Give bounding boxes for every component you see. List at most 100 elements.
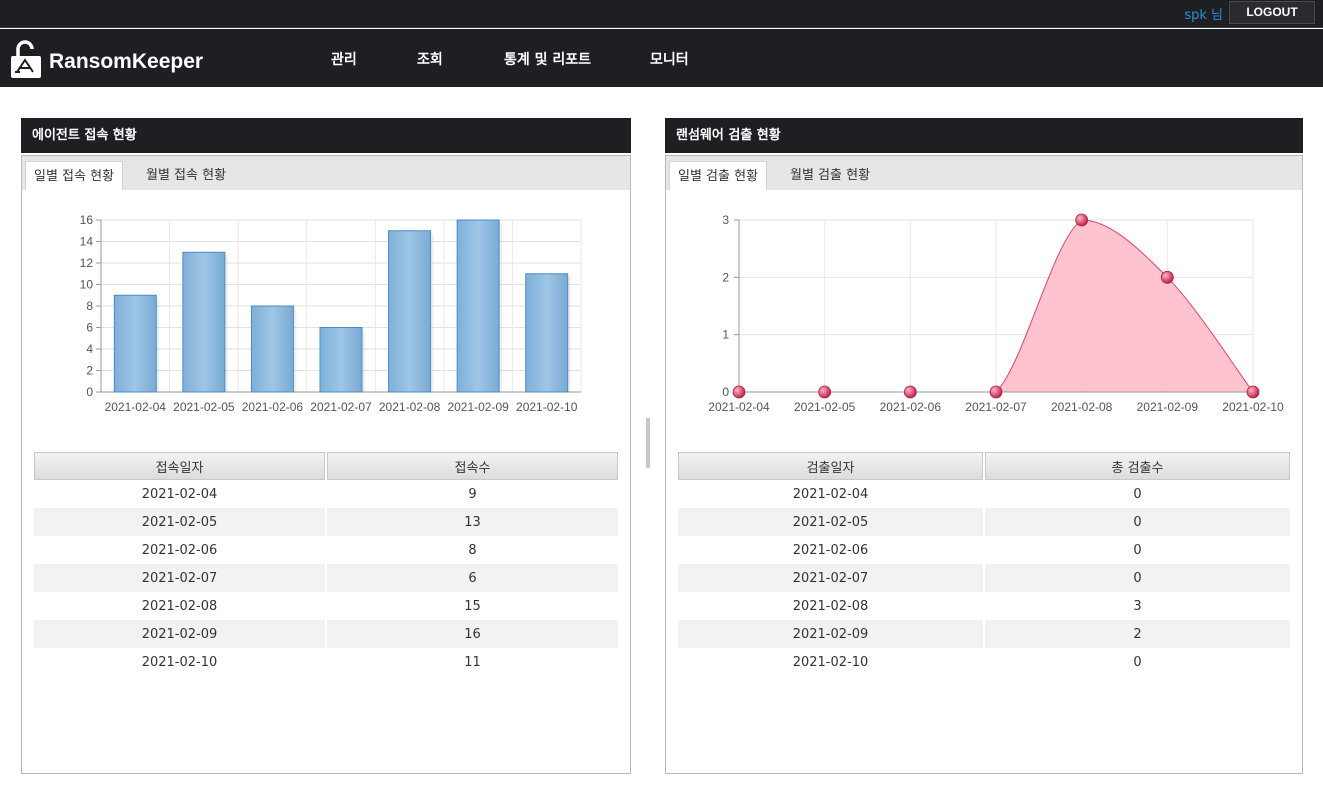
x-tick-label: 2021-02-04 <box>708 400 770 414</box>
table-row[interactable]: 2021-02-04 0 <box>678 480 1290 508</box>
ransomware-detection-panel: 랜섬웨어 검출 현황 일별 검출 현황 월별 검출 현황 0 1 2 3 2021-02… <box>665 118 1303 774</box>
nav-item-search[interactable]: 조회 <box>417 49 443 69</box>
data-point <box>1075 213 1089 227</box>
cell-date: 2021-02-10 <box>141 654 218 670</box>
y-tick-label: 16 <box>80 213 94 227</box>
bar <box>250 305 294 393</box>
panel-body: 일별 검출 현황 월별 검출 현황 0 1 2 3 2021-02-04 2021-02-… <box>665 155 1303 774</box>
x-tick-label: 2021-02-08 <box>1051 400 1113 414</box>
cell-count: 0 <box>985 508 1290 536</box>
cell-count: 15 <box>464 598 481 614</box>
cell-count: 0 <box>1133 654 1142 670</box>
table-row[interactable]: 2021-02-05 13 <box>34 508 618 536</box>
top-bar: spk 님 LOGOUT <box>0 0 1323 28</box>
bar <box>388 230 432 393</box>
cell-count: 0 <box>1133 542 1142 558</box>
data-point <box>989 385 1003 399</box>
nav-item-stats-reports[interactable]: 통계 및 리포트 <box>504 49 591 69</box>
cell-date: 2021-02-10 <box>792 654 869 670</box>
data-point <box>818 385 832 399</box>
panel-body: 일별 접속 현황 월별 접속 현황 0 2 4 6 8 10 12 14 16 2021-02-0… <box>21 155 631 774</box>
column-header-date[interactable]: 접속일자 <box>34 452 325 480</box>
cell-count: 0 <box>985 564 1290 592</box>
y-tick-label: 3 <box>722 213 729 227</box>
cell-date: 2021-02-05 <box>678 508 983 536</box>
user-name: spk 님 <box>1184 8 1223 23</box>
table-row[interactable]: 2021-02-06 8 <box>34 536 618 564</box>
cell-count: 3 <box>1133 598 1142 614</box>
column-header-date[interactable]: 검출일자 <box>678 452 983 480</box>
nav-item-manage[interactable]: 관리 <box>331 49 357 69</box>
panel-title: 랜섬웨어 검출 현황 <box>665 118 1303 153</box>
bar <box>182 251 226 393</box>
y-tick-label: 14 <box>80 235 94 249</box>
cell-date: 2021-02-04 <box>792 486 869 502</box>
y-tick-label: 12 <box>80 256 94 270</box>
cell-date: 2021-02-04 <box>141 486 218 502</box>
data-point <box>1246 385 1260 399</box>
table-row[interactable]: 2021-02-10 11 <box>34 648 618 676</box>
panel-splitter-handle[interactable] <box>646 418 650 468</box>
x-tick-label: 2021-02-04 <box>105 400 167 414</box>
x-tick-label: 2021-02-05 <box>794 400 856 414</box>
table-row[interactable]: 2021-02-04 9 <box>34 480 618 508</box>
cell-count: 0 <box>1133 486 1142 502</box>
cell-date: 2021-02-09 <box>678 620 983 648</box>
bar <box>113 294 157 393</box>
cell-count: 13 <box>327 508 618 536</box>
daily-detection-area-chart: 0 1 2 3 2021-02-04 2021-02-05 2021-02-06 2021-0… <box>708 213 1284 414</box>
y-tick-label: 6 <box>86 321 93 335</box>
table-row[interactable]: 2021-02-07 0 <box>678 564 1290 592</box>
bar <box>456 219 500 393</box>
x-tick-label: 2021-02-10 <box>1222 400 1284 414</box>
cell-date: 2021-02-06 <box>141 542 218 558</box>
main-navbar: RansomKeeper 관리 조회 통계 및 리포트 모니터 <box>0 29 1323 87</box>
data-point <box>1160 270 1174 284</box>
table-row[interactable]: 2021-02-08 3 <box>678 592 1290 620</box>
x-tick-label: 2021-02-07 <box>965 400 1027 414</box>
cell-date: 2021-02-07 <box>34 564 325 592</box>
x-tick-label: 2021-02-06 <box>242 400 304 414</box>
panel-title: 에이전트 접속 현황 <box>21 118 631 153</box>
detection-table: 검출일자 총 검출수 2021-02-04 0 2021-02-05 0 2021-… <box>676 452 1292 676</box>
cell-date: 2021-02-07 <box>678 564 983 592</box>
app-logo[interactable]: RansomKeeper <box>10 39 203 79</box>
cell-count: 2 <box>985 620 1290 648</box>
nav-item-monitor[interactable]: 모니터 <box>650 49 689 69</box>
table-row[interactable]: 2021-02-10 0 <box>678 648 1290 676</box>
y-tick-label: 8 <box>86 299 93 313</box>
cell-count: 16 <box>327 620 618 648</box>
data-point <box>732 385 746 399</box>
table-row[interactable]: 2021-02-06 0 <box>678 536 1290 564</box>
x-tick-label: 2021-02-07 <box>310 400 372 414</box>
y-tick-label: 1 <box>722 328 729 342</box>
cell-date: 2021-02-06 <box>792 542 869 558</box>
cell-date: 2021-02-05 <box>34 508 325 536</box>
cell-date: 2021-02-09 <box>34 620 325 648</box>
y-tick-label: 4 <box>86 342 93 356</box>
bar <box>525 273 569 393</box>
bar <box>319 327 363 393</box>
x-tick-label: 2021-02-06 <box>880 400 942 414</box>
padlock-logo-icon <box>11 40 41 78</box>
logout-button[interactable]: LOGOUT <box>1229 1 1315 24</box>
x-tick-label: 2021-02-08 <box>379 400 441 414</box>
y-tick-label: 2 <box>722 270 729 284</box>
table-row[interactable]: 2021-02-09 2 <box>678 620 1290 648</box>
y-tick-label: 0 <box>86 385 93 399</box>
column-header-total-detections[interactable]: 총 검출수 <box>985 452 1290 480</box>
connection-table: 접속일자 접속수 2021-02-04 9 2021-02-05 13 2021-0… <box>32 452 620 676</box>
cell-count: 9 <box>468 486 477 502</box>
table-row[interactable]: 2021-02-09 16 <box>34 620 618 648</box>
app-name: RansomKeeper <box>49 50 204 73</box>
table-row[interactable]: 2021-02-08 15 <box>34 592 618 620</box>
x-tick-label: 2021-02-10 <box>516 400 578 414</box>
cell-count: 8 <box>468 542 477 558</box>
y-tick-label: 0 <box>722 385 729 399</box>
x-tick-label: 2021-02-09 <box>447 400 509 414</box>
table-row[interactable]: 2021-02-05 0 <box>678 508 1290 536</box>
agent-connection-panel: 에이전트 접속 현황 일별 접속 현황 월별 접속 현황 0 2 4 6 8 10 12 14… <box>21 118 631 774</box>
table-row[interactable]: 2021-02-07 6 <box>34 564 618 592</box>
column-header-count[interactable]: 접속수 <box>327 452 618 480</box>
x-tick-label: 2021-02-05 <box>173 400 235 414</box>
